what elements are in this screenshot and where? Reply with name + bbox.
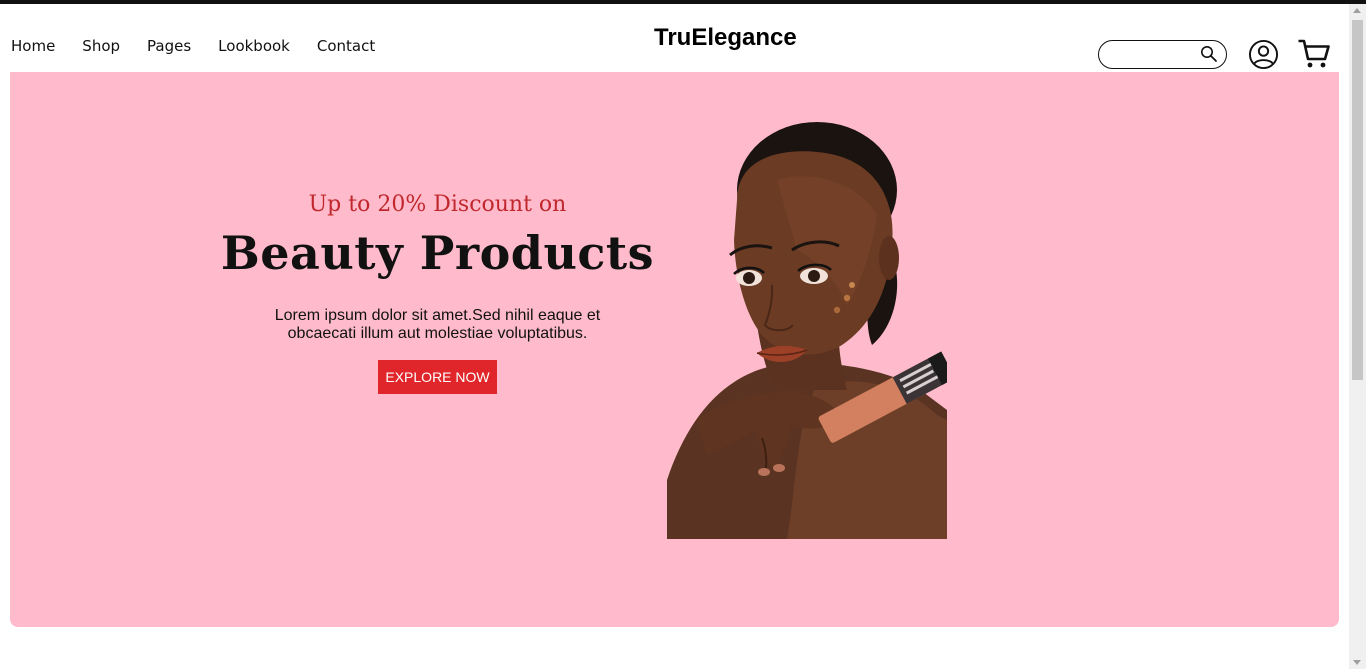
nav-shop[interactable]: Shop	[82, 36, 120, 56]
hero-description: Lorem ipsum dolor sit amet.Sed nihil eaq…	[274, 307, 601, 342]
page-scrollbar[interactable]	[1349, 4, 1366, 669]
scrollbar-thumb[interactable]	[1352, 20, 1363, 380]
cart-icon[interactable]	[1297, 38, 1331, 70]
search-box	[1098, 40, 1227, 69]
main-nav: Home Shop Pages Lookbook Contact	[11, 36, 402, 56]
nav-pages[interactable]: Pages	[147, 36, 191, 56]
nav-lookbook[interactable]: Lookbook	[218, 36, 290, 56]
explore-now-button[interactable]: EXPLORE NOW	[378, 360, 497, 394]
search-input[interactable]	[1111, 45, 1205, 65]
nav-contact[interactable]: Contact	[317, 36, 375, 56]
user-icon[interactable]	[1248, 39, 1279, 70]
top-border	[0, 0, 1366, 4]
hero-model-image	[667, 122, 947, 539]
scroll-down-icon[interactable]	[1353, 660, 1361, 665]
search-icon[interactable]	[1200, 45, 1218, 63]
site-logo[interactable]: TruElegance	[654, 24, 797, 52]
hero-banner: Up to 20% Discount on Beauty Products Lo…	[10, 72, 1339, 627]
nav-home[interactable]: Home	[11, 36, 55, 56]
scroll-up-icon[interactable]	[1353, 8, 1361, 13]
